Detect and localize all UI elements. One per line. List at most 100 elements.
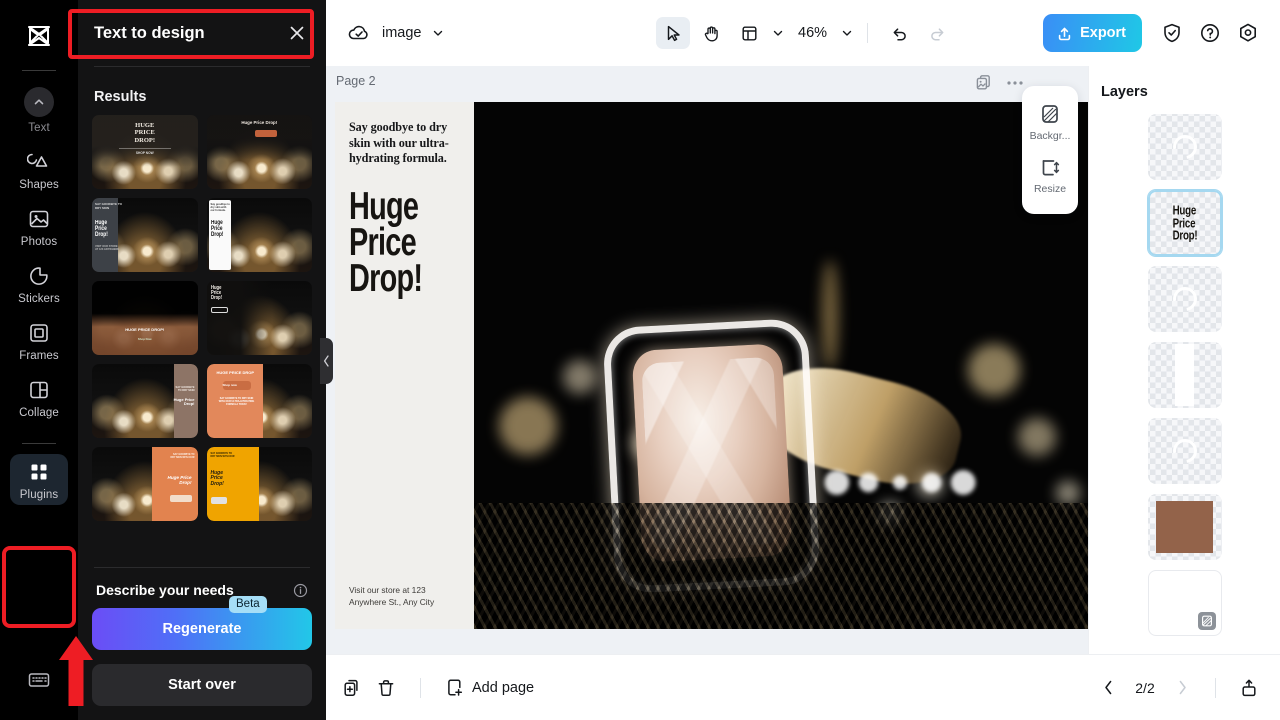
- list-item[interactable]: Say goodbye to dry skin with our formula. …: [206, 198, 312, 272]
- list-item[interactable]: Huge Price Drop!: [206, 281, 312, 355]
- add-page-button[interactable]: Add page: [445, 678, 534, 697]
- bottombar-divider-right: [1215, 677, 1216, 698]
- table-row[interactable]: [1147, 494, 1222, 560]
- collage-icon: [27, 378, 51, 402]
- plugins-grid-icon: [27, 460, 51, 484]
- toolbar-right-group: Export: [1043, 14, 1280, 52]
- table-row[interactable]: [1147, 114, 1222, 180]
- footer-divider: [94, 567, 310, 568]
- list-item[interactable]: HUGE PRICE DROP! Shop Now: [92, 281, 198, 355]
- page-label: Page 2: [336, 74, 376, 88]
- capcut-logo-icon: [28, 26, 50, 46]
- thumb-text: Huge Price Drop!: [210, 220, 223, 238]
- list-item[interactable]: SAY GOODBYE TO DRY SKIN WITH OUR Huge Pri…: [92, 447, 198, 521]
- design-photo[interactable]: [474, 102, 1088, 629]
- close-icon[interactable]: [286, 22, 308, 44]
- toolbar-center-group: 46%: [656, 17, 954, 49]
- sidebar-item-photos[interactable]: Photos: [10, 201, 68, 252]
- sidebar-item-frames[interactable]: Frames: [10, 315, 68, 366]
- select-tool-button[interactable]: [656, 17, 690, 49]
- list-item[interactable]: Huge Price Drop!: [206, 115, 312, 189]
- document-title[interactable]: image: [382, 25, 422, 41]
- chevron-up-circle-icon: [24, 87, 54, 117]
- info-icon[interactable]: [293, 583, 308, 598]
- thumb-text: Huge Price Drop!: [210, 470, 224, 487]
- sidebar-item-keyboard[interactable]: [10, 664, 68, 698]
- chevron-down-icon[interactable]: [432, 27, 444, 39]
- duplicate-icon: [344, 679, 358, 696]
- jewelry-photo-image: [474, 102, 1088, 629]
- toolbar-divider: [867, 23, 869, 43]
- list-item[interactable]: HUGE PRICE DROP! SHOP NOW: [92, 115, 198, 189]
- sidebar-item-collage[interactable]: Collage: [10, 372, 68, 423]
- table-row[interactable]: [1147, 342, 1222, 408]
- undo-button[interactable]: [882, 17, 916, 49]
- canvas-area[interactable]: Page 2 Say goodbye to dry skin with our …: [326, 66, 1088, 654]
- regenerate-button[interactable]: Regenerate: [92, 608, 312, 650]
- present-icon: [1242, 679, 1256, 696]
- table-row[interactable]: [1147, 418, 1222, 484]
- table-row[interactable]: [1147, 570, 1222, 636]
- panel-footer: Describe your needs Regenerate Beta Star…: [78, 559, 326, 720]
- shield-check-button[interactable]: [1156, 17, 1188, 49]
- zoom-level[interactable]: 46%: [798, 25, 827, 41]
- sidebar-label-frames: Frames: [19, 350, 59, 362]
- design-footer-text: Visit our store at 123 Anywhere St., Any…: [349, 585, 435, 608]
- layers-title: Layers: [1101, 84, 1148, 100]
- redo-button[interactable]: [920, 17, 954, 49]
- table-row[interactable]: Huge Price Drop!: [1147, 190, 1222, 256]
- help-button[interactable]: [1194, 17, 1226, 49]
- delete-page-button[interactable]: [376, 678, 396, 698]
- design-subheading: Say goodbye to dry skin with our ultra-h…: [349, 120, 449, 166]
- left-sidebar: Text Shapes Photos Stickers Frames Colla…: [0, 0, 78, 720]
- panel-collapse-handle[interactable]: [320, 338, 333, 384]
- sidebar-item-text[interactable]: Text: [10, 81, 68, 138]
- list-item[interactable]: SAY GOODBYE TO DRY SKIN WITH OUR Huge Pric…: [206, 447, 312, 521]
- layers-list: Huge Price Drop!: [1089, 114, 1280, 636]
- thumb-text: Huge Price Drop!: [95, 220, 108, 238]
- duplicate-page-icon[interactable]: [975, 74, 992, 91]
- question-circle-icon: [1201, 24, 1219, 42]
- resize-tool-label: Resize: [1033, 183, 1067, 195]
- present-button[interactable]: [1236, 675, 1262, 701]
- bottombar-left-group: Add page: [326, 677, 534, 698]
- sticker-icon: [27, 264, 51, 288]
- next-page-button[interactable]: [1169, 675, 1195, 701]
- settings-button[interactable]: [1232, 17, 1264, 49]
- design-canvas[interactable]: Say goodbye to dry skin with our ultra-h…: [335, 102, 1088, 629]
- sidebar-item-plugins[interactable]: Plugins: [10, 454, 68, 505]
- export-button[interactable]: Export: [1043, 14, 1142, 52]
- app-logo[interactable]: [19, 16, 59, 56]
- sidebar-item-shapes[interactable]: Shapes: [10, 144, 68, 195]
- layer-white-strip: [1174, 344, 1195, 406]
- thumb-text: Huge Price Drop!: [173, 397, 195, 407]
- sidebar-label-text: Text: [28, 122, 50, 134]
- background-badge-icon: [1197, 612, 1216, 630]
- background-tool-label: Backgr...: [1029, 130, 1071, 142]
- thumb-text: HUGE PRICE DROP!: [125, 327, 165, 332]
- duplicate-page-button[interactable]: [342, 678, 362, 698]
- more-options-icon[interactable]: [1006, 80, 1024, 86]
- results-heading: Results: [94, 89, 147, 105]
- list-item[interactable]: SAY GOODBYE TO DRY SKIN Huge Price Drop! VI…: [92, 198, 198, 272]
- start-over-button[interactable]: Start over: [92, 664, 312, 706]
- prev-page-button[interactable]: [1095, 675, 1121, 701]
- add-page-icon: [448, 679, 463, 696]
- sidebar-item-stickers[interactable]: Stickers: [10, 258, 68, 309]
- hand-tool-button[interactable]: [694, 17, 728, 49]
- spinner-icon: [1167, 130, 1202, 164]
- layout-chevron-icon[interactable]: [772, 27, 784, 39]
- trash-icon: [378, 679, 394, 696]
- layout-tool-button[interactable]: [732, 17, 766, 49]
- table-row[interactable]: [1147, 266, 1222, 332]
- resize-tool-button[interactable]: Resize: [1022, 149, 1078, 202]
- chevron-left-icon: [323, 355, 329, 367]
- sidebar-label-shapes: Shapes: [19, 179, 59, 191]
- list-item[interactable]: SAY GOODBYE TO DRY SKIN Huge Price Drop!: [92, 364, 198, 438]
- export-label: Export: [1080, 25, 1126, 41]
- background-tool-button[interactable]: Backgr...: [1022, 96, 1078, 149]
- floating-tool-island: Backgr... Resize: [1022, 86, 1078, 214]
- cloud-saved-icon[interactable]: [346, 20, 372, 46]
- list-item[interactable]: HUGE PRICE DROP Shop now SAY GOODBYE TO …: [206, 364, 312, 438]
- zoom-chevron-icon[interactable]: [841, 27, 853, 39]
